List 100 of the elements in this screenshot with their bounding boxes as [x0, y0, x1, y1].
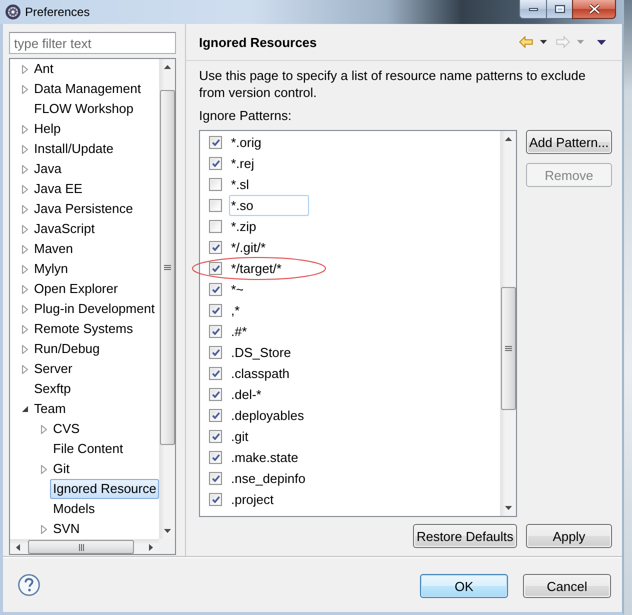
cancel-button[interactable]: Cancel — [523, 574, 611, 598]
pattern-item[interactable]: .project — [229, 489, 278, 510]
tree-item[interactable]: Install/Update — [31, 139, 116, 159]
checkbox[interactable] — [209, 451, 222, 464]
checkbox[interactable] — [209, 304, 222, 317]
dropdown-caret-icon[interactable] — [540, 40, 547, 44]
pattern-item[interactable]: */.git/* — [229, 237, 270, 258]
checkbox[interactable] — [209, 409, 222, 422]
checkbox[interactable] — [209, 157, 222, 170]
pattern-item[interactable]: .del-* — [229, 384, 266, 405]
tree-item[interactable]: Open Explorer — [31, 279, 121, 299]
add-pattern-button[interactable]: Add Pattern... — [526, 130, 612, 154]
view-menu-icon[interactable] — [597, 40, 606, 44]
checkbox[interactable] — [209, 472, 222, 485]
collapsed-triangle-icon[interactable] — [22, 64, 28, 74]
checkbox[interactable] — [209, 220, 222, 233]
checkbox[interactable] — [209, 493, 222, 506]
maximize-button[interactable] — [546, 0, 572, 19]
tree-item[interactable]: Sexftp — [31, 379, 74, 399]
tree-item[interactable]: SVN — [50, 519, 83, 539]
tree-item[interactable]: Run/Debug — [31, 339, 103, 359]
checkbox[interactable] — [209, 388, 222, 401]
checkbox[interactable] — [209, 262, 222, 275]
scrollbar-thumb[interactable] — [160, 90, 175, 445]
pattern-item[interactable]: .deployables — [229, 405, 308, 426]
pattern-item[interactable]: .nse_depinfo — [229, 468, 310, 489]
pattern-item[interactable]: *~ — [229, 279, 248, 300]
help-icon[interactable] — [18, 574, 40, 596]
collapsed-triangle-icon[interactable] — [22, 244, 28, 254]
tree-item[interactable]: Help — [31, 119, 64, 139]
tree-item[interactable]: Remote Systems — [31, 319, 136, 339]
tree-item[interactable]: CVS — [50, 419, 83, 439]
collapsed-triangle-icon[interactable] — [22, 224, 28, 234]
checkbox[interactable] — [209, 430, 222, 443]
collapsed-triangle-icon[interactable] — [22, 124, 28, 134]
collapsed-triangle-icon[interactable] — [22, 84, 28, 94]
apply-button[interactable]: Apply — [526, 524, 612, 548]
collapsed-triangle-icon[interactable] — [22, 324, 28, 334]
collapsed-triangle-icon[interactable] — [22, 164, 28, 174]
pattern-item[interactable]: .DS_Store — [229, 342, 295, 363]
tree-item[interactable]: Ant — [31, 59, 57, 79]
tree-item[interactable]: Server — [31, 359, 76, 379]
tree-item[interactable]: Models — [50, 499, 98, 519]
tree-item[interactable]: Java EE — [31, 179, 86, 199]
tree-item[interactable]: Ignored Resource — [50, 479, 159, 499]
tree-item[interactable]: Java Persistence — [31, 199, 136, 219]
scroll-down-icon[interactable] — [505, 506, 512, 510]
checkbox[interactable] — [209, 178, 222, 191]
ok-button[interactable]: OK — [420, 574, 508, 598]
tree-item[interactable]: Maven — [31, 239, 76, 259]
close-button[interactable] — [572, 0, 616, 19]
collapsed-triangle-icon[interactable] — [22, 344, 28, 354]
tree-item[interactable]: Data Management — [31, 79, 144, 99]
collapsed-triangle-icon[interactable] — [22, 284, 28, 294]
scrollbar-thumb[interactable] — [28, 540, 134, 554]
collapsed-triangle-icon[interactable] — [41, 464, 47, 474]
collapsed-triangle-icon[interactable] — [22, 264, 28, 274]
scrollbar-thumb[interactable] — [501, 287, 516, 410]
pattern-item[interactable]: ,* — [229, 300, 244, 321]
back-arrow-icon[interactable] — [519, 36, 533, 48]
tree-item[interactable]: Mylyn — [31, 259, 71, 279]
minimize-button[interactable] — [519, 0, 546, 19]
pattern-item[interactable]: *.so — [229, 195, 309, 216]
tree-item[interactable]: JavaScript — [31, 219, 98, 239]
checkbox[interactable] — [209, 241, 222, 254]
expanded-triangle-icon[interactable] — [22, 406, 28, 412]
tree-item[interactable]: File Content — [50, 439, 126, 459]
pattern-item[interactable]: .classpath — [229, 363, 294, 384]
checkbox[interactable] — [209, 325, 222, 338]
pattern-item[interactable]: *.rej — [229, 153, 258, 174]
pattern-item[interactable]: .git — [229, 426, 252, 447]
tree-item[interactable]: Git — [50, 459, 73, 479]
pattern-item[interactable]: *.orig — [229, 132, 266, 153]
tree-item[interactable]: Plug-in Development — [31, 299, 158, 319]
scroll-up-icon[interactable] — [164, 65, 171, 69]
collapsed-triangle-icon[interactable] — [22, 364, 28, 374]
collapsed-triangle-icon[interactable] — [22, 304, 28, 314]
pattern-item[interactable]: .make.state — [229, 447, 302, 468]
scroll-down-icon[interactable] — [164, 529, 171, 533]
filter-field[interactable]: type filter text — [9, 32, 176, 54]
collapsed-triangle-icon[interactable] — [22, 184, 28, 194]
scroll-right-icon[interactable] — [149, 544, 153, 550]
collapsed-triangle-icon[interactable] — [41, 424, 47, 434]
scroll-left-icon[interactable] — [16, 544, 20, 550]
checkbox[interactable] — [209, 283, 222, 296]
checkbox[interactable] — [209, 346, 222, 359]
checkbox[interactable] — [209, 136, 222, 149]
collapsed-triangle-icon[interactable] — [22, 144, 28, 154]
collapsed-triangle-icon[interactable] — [22, 204, 28, 214]
pattern-item[interactable]: *.zip — [229, 216, 260, 237]
tree-item[interactable]: Java — [31, 159, 64, 179]
collapsed-triangle-icon[interactable] — [41, 524, 47, 534]
checkbox[interactable] — [209, 367, 222, 380]
pattern-item[interactable]: .#* — [229, 321, 251, 342]
pattern-item[interactable]: *.sl — [229, 174, 254, 195]
scroll-up-icon[interactable] — [505, 137, 512, 141]
checkbox[interactable] — [209, 199, 222, 212]
tree-item[interactable]: FLOW Workshop — [31, 99, 136, 119]
restore-defaults-button[interactable]: Restore Defaults — [413, 524, 517, 548]
tree-item[interactable]: Team — [31, 399, 69, 419]
